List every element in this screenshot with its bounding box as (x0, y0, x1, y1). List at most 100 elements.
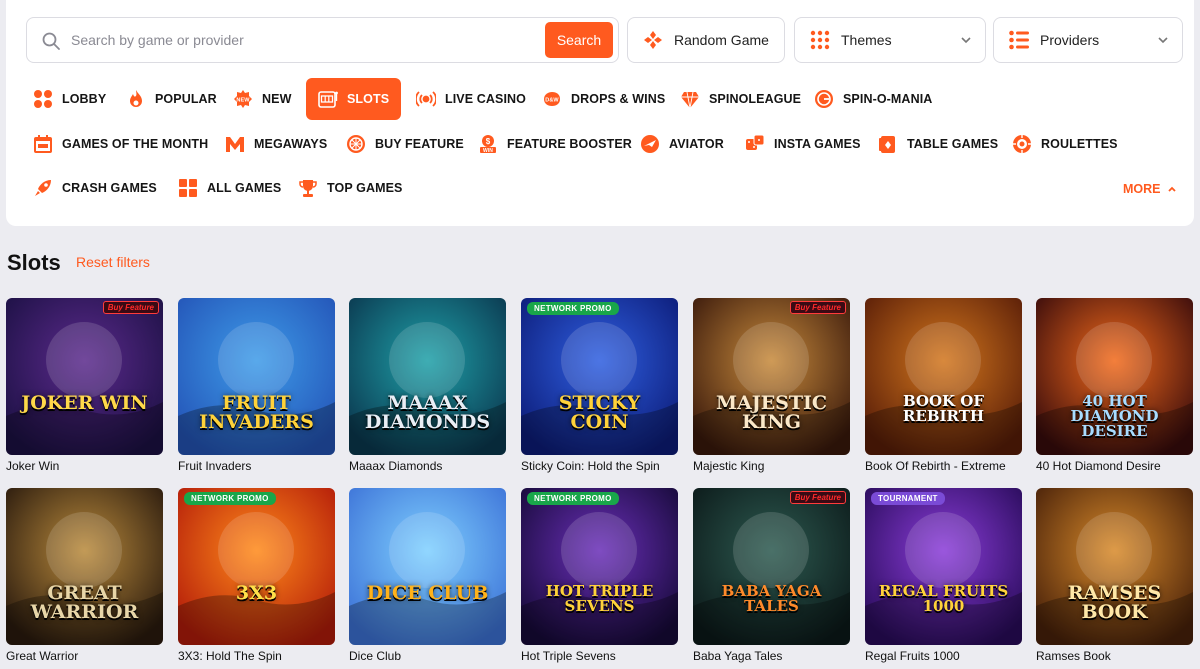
more-toggle[interactable]: MORE (1123, 182, 1178, 196)
game-card[interactable]: GREAT WARRIOR Great Warrior (6, 488, 163, 663)
game-name[interactable]: Fruit Invaders (178, 459, 335, 473)
svg-text:NEW: NEW (236, 98, 250, 104)
game-card[interactable]: MAAAX DIAMONDS Maaax Diamonds (349, 298, 506, 473)
game-thumbnail[interactable]: BABA YAGA TALES Buy Feature (693, 488, 850, 645)
game-name[interactable]: Great Warrior (6, 649, 163, 663)
category-label: MEGAWAYS (254, 137, 328, 151)
game-name[interactable]: Ramses Book (1036, 649, 1193, 663)
game-thumbnail[interactable]: GREAT WARRIOR (6, 488, 163, 645)
reset-filters-link[interactable]: Reset filters (76, 254, 150, 270)
category-label: BUY FEATURE (375, 137, 464, 151)
game-thumbnail[interactable]: HOT TRIPLE SEVENS NETWORK PROMO (521, 488, 678, 645)
game-card[interactable]: RAMSES BOOK Ramses Book (1036, 488, 1193, 663)
game-card[interactable]: MAJESTIC KING Buy Feature Majestic King (693, 298, 850, 473)
buy-feature-badge: Buy Feature (789, 491, 846, 504)
drops-wins-icon: D&W (542, 89, 562, 109)
game-thumbnail[interactable]: DICE CLUB (349, 488, 506, 645)
category-spin-o-mania[interactable]: SPIN-O-MANIA (814, 85, 932, 113)
game-artwork (349, 512, 506, 645)
themes-label: Themes (841, 32, 892, 48)
game-card[interactable]: 3X3 NETWORK PROMO 3X3: Hold The Spin (178, 488, 335, 663)
megaways-m-icon (225, 134, 245, 154)
category-megaways[interactable]: MEGAWAYS (225, 130, 327, 158)
game-card[interactable]: JOKER WIN Buy Feature Joker Win (6, 298, 163, 473)
category-table-games[interactable]: TABLE GAMES (878, 130, 998, 158)
category-spinoleague[interactable]: SPINOLEAGUE (680, 85, 801, 113)
category-all-games[interactable]: ALL GAMES (178, 174, 281, 202)
game-thumbnail[interactable]: STICKY COIN NETWORK PROMO (521, 298, 678, 455)
game-name[interactable]: 40 Hot Diamond Desire (1036, 459, 1193, 473)
category-buy-feature[interactable]: BUY FEATURE (346, 130, 464, 158)
category-insta-games[interactable]: INSTA GAMES (745, 130, 861, 158)
game-card[interactable]: FRUIT INVADERS Fruit Invaders (178, 298, 335, 473)
game-card[interactable]: HOT TRIPLE SEVENS NETWORK PROMO Hot Triple… (521, 488, 678, 663)
game-thumbnail[interactable]: REGAL FRUITS 1000 TOURNAMENT (865, 488, 1022, 645)
chevron-down-icon (961, 37, 971, 44)
game-name[interactable]: Dice Club (349, 649, 506, 663)
category-aviator[interactable]: AVIATOR (640, 130, 724, 158)
game-thumbnail[interactable]: RAMSES BOOK (1036, 488, 1193, 645)
game-name[interactable]: Maaax Diamonds (349, 459, 506, 473)
game-card[interactable]: STICKY COIN NETWORK PROMO Sticky Coin: Hol… (521, 298, 678, 473)
game-card[interactable]: 40 HOT DIAMOND DESIRE 40 Hot Diamond Desi… (1036, 298, 1193, 473)
category-drops-wins[interactable]: D&W DROPS & WINS (542, 85, 665, 113)
slot-machine-icon (318, 89, 338, 109)
providers-dropdown[interactable]: Providers (993, 17, 1183, 63)
search-box[interactable]: Search (26, 17, 619, 63)
game-art-title: BABA YAGA TALES (721, 582, 822, 615)
category-label: NEW (262, 92, 292, 106)
category-label: LIVE CASINO (445, 92, 526, 106)
category-lobby[interactable]: LOBBY (33, 85, 106, 113)
all-games-grid-icon (178, 178, 198, 198)
category-new[interactable]: NEW NEW (233, 85, 291, 113)
game-name[interactable]: 3X3: Hold The Spin (178, 649, 335, 663)
category-popular[interactable]: POPULAR (126, 85, 217, 113)
game-card[interactable]: BABA YAGA TALES Buy Feature Baba Yaga Tale… (693, 488, 850, 663)
diamond-icon (680, 89, 700, 109)
random-game-button[interactable]: Random Game (627, 17, 785, 63)
game-thumbnail[interactable]: 40 HOT DIAMOND DESIRE (1036, 298, 1193, 455)
game-art-title: HOT TRIPLE SEVENS (545, 582, 654, 615)
flame-icon (126, 89, 146, 109)
chevron-up-icon (1167, 186, 1176, 192)
themes-dropdown[interactable]: Themes (794, 17, 986, 63)
game-art-title: MAJESTIC KING (715, 392, 828, 433)
category-games-of-the-month[interactable]: GAMES OF THE MONTH (33, 130, 208, 158)
game-card[interactable]: DICE CLUB Dice Club (349, 488, 506, 663)
game-thumbnail[interactable]: FRUIT INVADERS (178, 298, 335, 455)
game-name[interactable]: Sticky Coin: Hold the Spin (521, 459, 678, 473)
category-label: INSTA GAMES (774, 137, 861, 151)
category-label: SPINOLEAGUE (709, 92, 802, 106)
search-button[interactable]: Search (545, 22, 613, 58)
category-roulettes[interactable]: ROULETTES (1012, 130, 1118, 158)
game-name[interactable]: Majestic King (693, 459, 850, 473)
category-label: GAMES OF THE MONTH (62, 137, 209, 151)
clover-icon (642, 29, 664, 51)
game-name[interactable]: Baba Yaga Tales (693, 649, 850, 663)
game-name[interactable]: Regal Fruits 1000 (865, 649, 1022, 663)
game-thumbnail[interactable]: JOKER WIN Buy Feature (6, 298, 163, 455)
category-live-casino[interactable]: LIVE CASINO (416, 85, 526, 113)
dice-icon (745, 134, 765, 154)
search-input[interactable] (71, 26, 541, 54)
game-art-title: FRUIT INVADERS (199, 392, 314, 433)
game-card[interactable]: REGAL FRUITS 1000 TOURNAMENT Regal Fruits … (865, 488, 1022, 663)
game-thumbnail[interactable]: MAJESTIC KING Buy Feature (693, 298, 850, 455)
category-slots[interactable]: SLOTS (306, 78, 402, 120)
game-name[interactable]: Book Of Rebirth - Extreme (865, 459, 1022, 473)
category-label: POPULAR (155, 92, 217, 106)
category-feature-booster[interactable]: $ WIN FEATURE BOOSTER (478, 130, 632, 158)
buy-feature-icon (346, 134, 366, 154)
category-label: DROPS & WINS (571, 92, 666, 106)
game-thumbnail[interactable]: MAAAX DIAMONDS (349, 298, 506, 455)
game-name[interactable]: Joker Win (6, 459, 163, 473)
game-card[interactable]: BOOK OF REBIRTH Book Of Rebirth - Extreme (865, 298, 1022, 473)
game-name[interactable]: Hot Triple Sevens (521, 649, 678, 663)
category-top-games[interactable]: TOP GAMES (298, 174, 402, 202)
category-crash-games[interactable]: CRASH GAMES (33, 174, 157, 202)
game-art-title: RAMSES BOOK (1067, 582, 1162, 623)
game-thumbnail[interactable]: 3X3 NETWORK PROMO (178, 488, 335, 645)
live-broadcast-icon (416, 89, 436, 109)
section-title: Slots (7, 250, 61, 275)
game-thumbnail[interactable]: BOOK OF REBIRTH (865, 298, 1022, 455)
